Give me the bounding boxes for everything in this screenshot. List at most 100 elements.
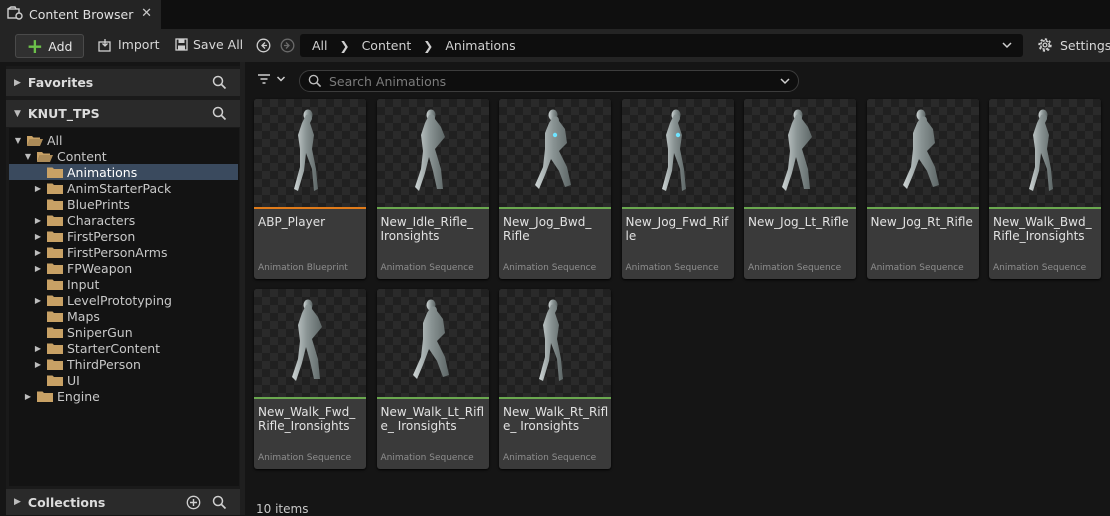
asset-tile[interactable]: New_Walk_Bwd_ Rifle_Ironsights Animation … xyxy=(989,99,1101,279)
search-icon[interactable] xyxy=(212,75,227,90)
save-all-button[interactable]: Save All xyxy=(175,37,243,52)
add-button[interactable]: + Add xyxy=(15,34,84,58)
asset-tile[interactable]: New_Jog_Fwd_Rifle Animation Sequence xyxy=(621,99,734,279)
tree-item[interactable]: ▼ All xyxy=(9,132,238,148)
collections-label: Collections xyxy=(27,494,106,510)
tree-item[interactable]: ▼ Content xyxy=(9,148,238,164)
tree-item[interactable]: ▶ FirstPerson xyxy=(9,228,238,244)
asset-type-color-bar xyxy=(866,207,979,209)
chevron-right-icon[interactable]: ▶ xyxy=(14,78,21,88)
chevron-right-icon[interactable]: ▶ xyxy=(33,184,43,193)
chevron-right-icon[interactable]: ❯ xyxy=(423,39,433,53)
asset-tile[interactable]: New_Walk_Fwd_ Rifle_Ironsights Animation … xyxy=(254,289,366,469)
folder-icon xyxy=(36,150,54,162)
asset-tile[interactable]: New_Jog_Lt_Rifle Animation Sequence xyxy=(744,99,856,279)
chevron-right-icon[interactable]: ▶ xyxy=(33,296,43,305)
forward-icon[interactable] xyxy=(280,38,295,53)
asset-thumbnail xyxy=(376,289,489,398)
tree-item[interactable]: ▶ ThirdPerson xyxy=(9,356,238,372)
import-icon xyxy=(98,38,111,52)
tree-item[interactable]: ▶ Engine xyxy=(9,388,238,404)
tree-item[interactable]: SniperGun xyxy=(9,324,238,340)
character-figure-icon xyxy=(539,299,563,381)
asset-tile[interactable]: New_Idle_Rifle_ Ironsights Animation Sequ… xyxy=(376,99,489,279)
tree-item[interactable]: Animations xyxy=(9,164,238,180)
folder-icon xyxy=(46,166,64,178)
tree-item[interactable]: ▶ AnimStarterPack xyxy=(9,180,238,196)
asset-type: Animation Sequence xyxy=(503,453,597,463)
asset-thumbnail xyxy=(499,99,611,208)
add-collection-icon[interactable] xyxy=(186,495,201,510)
asset-tile[interactable]: ABP_Player Animation Blueprint xyxy=(254,99,366,279)
chevron-down-icon[interactable]: ▼ xyxy=(23,152,33,161)
asset-name: New_Jog_Lt_Rifle xyxy=(748,215,849,229)
breadcrumb-content[interactable]: Content xyxy=(362,38,412,53)
save-all-label: Save All xyxy=(193,37,244,52)
chevron-right-icon[interactable]: ▶ xyxy=(14,497,21,507)
chevron-right-icon[interactable]: ▶ xyxy=(33,360,43,369)
import-button[interactable]: Import xyxy=(98,37,160,52)
tab-content-browser[interactable]: Content Browser ✕ xyxy=(0,0,161,29)
collections-header[interactable]: ▶ Collections xyxy=(6,489,240,515)
favorites-header[interactable]: ▶ Favorites xyxy=(6,69,240,96)
back-icon[interactable] xyxy=(256,38,271,53)
panel-splitter[interactable] xyxy=(240,62,245,515)
breadcrumb-all[interactable]: All xyxy=(312,38,328,53)
asset-thumbnail xyxy=(621,99,734,208)
close-icon[interactable]: ✕ xyxy=(141,6,152,21)
tree-item-label: UI xyxy=(67,372,80,388)
tree-item-label: FirstPerson xyxy=(67,228,136,244)
chevron-down-icon[interactable] xyxy=(779,75,791,87)
tab-title: Content Browser xyxy=(29,7,134,22)
tree-item[interactable]: Maps xyxy=(9,308,238,324)
item-count: 10 items xyxy=(256,502,309,516)
chevron-right-icon[interactable]: ▶ xyxy=(33,264,43,273)
asset-type-color-bar xyxy=(499,397,611,399)
character-figure-icon xyxy=(535,109,571,189)
folder-icon xyxy=(46,358,64,370)
tree-item[interactable]: ▶ StarterContent xyxy=(9,340,238,356)
tree-item-label: LevelPrototyping xyxy=(67,292,172,308)
asset-type: Animation Sequence xyxy=(625,263,719,273)
folder-icon xyxy=(46,230,64,242)
asset-tile[interactable]: New_Walk_Lt_Rifle_ Ironsights Animation S… xyxy=(376,289,489,469)
project-header[interactable]: ▼ KNUT_TPS xyxy=(6,100,240,127)
tree-item[interactable]: ▶ FPWeapon xyxy=(9,260,238,276)
chevron-right-icon[interactable]: ▶ xyxy=(33,232,43,241)
tree-item[interactable]: BluePrints xyxy=(9,196,238,212)
chevron-right-icon[interactable]: ▶ xyxy=(33,248,43,257)
character-figure-icon xyxy=(294,109,318,191)
chevron-right-icon[interactable]: ❯ xyxy=(340,39,350,53)
chevron-right-icon[interactable]: ▶ xyxy=(23,392,33,401)
asset-tile[interactable]: New_Jog_Rt_Rifle Animation Sequence xyxy=(866,99,979,279)
tree-item[interactable]: ▶ FirstPersonArms xyxy=(9,244,238,260)
tree-item[interactable]: Input xyxy=(9,276,238,292)
import-label: Import xyxy=(118,37,160,52)
tree-item-label: ThirdPerson xyxy=(67,356,141,372)
chevron-down-icon[interactable]: ▼ xyxy=(13,136,23,145)
asset-name: New_Jog_Rt_Rifle xyxy=(870,215,973,229)
asset-thumbnail xyxy=(866,99,979,208)
asset-tile[interactable]: New_Walk_Rt_Rifle_ Ironsights Animation S… xyxy=(499,289,611,469)
filter-button[interactable] xyxy=(256,72,286,86)
tree-item[interactable]: ▶ Characters xyxy=(9,212,238,228)
breadcrumb-animations[interactable]: Animations xyxy=(445,38,515,53)
search-input[interactable]: Search Animations xyxy=(299,70,799,92)
asset-tile[interactable]: New_Jog_Bwd_ Rifle Animation Sequence xyxy=(499,99,611,279)
tree-item[interactable]: UI xyxy=(9,372,238,388)
search-icon[interactable] xyxy=(212,106,227,121)
tree-item[interactable]: ▶ LevelPrototyping xyxy=(9,292,238,308)
asset-type: Animation Sequence xyxy=(870,263,964,273)
search-icon[interactable] xyxy=(212,495,227,510)
settings-button[interactable]: Settings xyxy=(1037,37,1110,53)
folder-icon xyxy=(36,390,54,402)
asset-type-color-bar xyxy=(254,207,366,209)
chevron-right-icon[interactable]: ▶ xyxy=(33,344,43,353)
chevron-down-icon[interactable]: ▼ xyxy=(14,109,21,119)
asset-name: New_Walk_Fwd_ Rifle_Ironsights xyxy=(258,405,356,433)
folder-icon xyxy=(46,374,64,386)
chevron-right-icon[interactable]: ▶ xyxy=(33,216,43,225)
character-figure-icon xyxy=(661,109,686,191)
asset-name: New_Jog_Fwd_Rifle xyxy=(625,215,729,243)
chevron-down-icon[interactable] xyxy=(1001,39,1013,51)
